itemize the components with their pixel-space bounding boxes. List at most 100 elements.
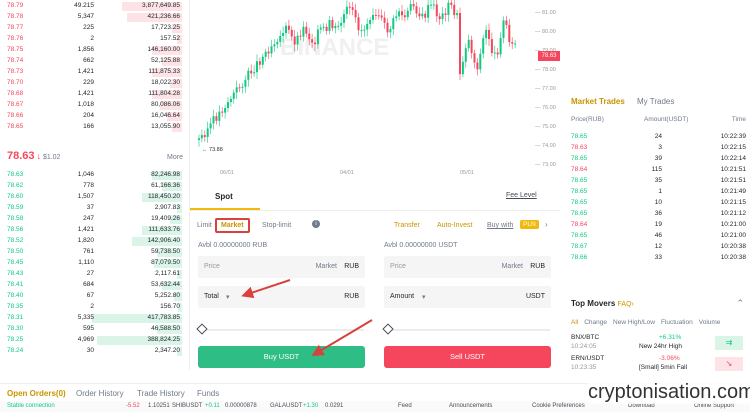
mover-filter-tab[interactable]: Change [584,319,607,326]
top-movers-title: Top Movers FAQ› [571,299,634,308]
order-book-row[interactable]: 78.67 1,018 80,086.06 [0,100,190,110]
candle [229,98,232,103]
candle [453,4,456,16]
candle [499,38,502,55]
order-book-row[interactable]: 78.24 30 2,347.20 [0,346,190,356]
ticker-symbol[interactable]: GALAUSDT [270,401,302,412]
tab-open-orders[interactable]: Open Orders(0) [7,389,66,398]
candle [369,19,372,24]
annotation-arrows [241,279,373,357]
order-book-row[interactable]: 78.73 1,421 111,875.33 [0,67,190,77]
candle [348,6,351,8]
trade-time: 10:21:51 [720,166,746,173]
order-book-row[interactable]: 78.77 225 17,723.25 [0,23,190,33]
order-book-row[interactable]: 78.78 5,347 421,236.66 [0,12,190,22]
tab-trade-history[interactable]: Trade History [137,389,185,398]
order-book-row[interactable]: 78.52 1,820 142,906.40 [0,236,190,246]
mover-filter-tab[interactable]: All [571,319,578,326]
mid-usd: $1.02 [42,154,61,161]
candle [296,35,299,45]
order-book-row[interactable]: 78.68 1,421 111,804.28 [0,89,190,99]
candle [316,29,319,45]
order-book-row[interactable]: 78.30 595 46,588.50 [0,324,190,334]
candle [299,35,302,37]
tab-order-history[interactable]: Order History [76,389,124,398]
order-price: 78.43 [7,270,24,277]
mover-filters: All Change New High/Low Fluctuation Volume [571,319,750,326]
order-price: 78.41 [7,281,24,288]
cookie-preferences-link[interactable]: Cookie Preferences [532,401,585,412]
order-book-row[interactable]: 78.50 761 59,738.50 [0,247,190,257]
more-link[interactable]: More [167,154,183,161]
order-book-row[interactable]: 78.75 1,856 146,160.00 [0,45,190,55]
mover-filter-tab[interactable]: Volume [699,319,721,326]
order-book-row[interactable]: 78.65 166 13,055.90 [0,122,190,132]
collapse-icon[interactable]: ⌃ [736,298,744,309]
order-book-row[interactable]: 78.70 229 18,022.30 [0,78,190,88]
trade-price: 78.65 [571,133,588,140]
order-book-row[interactable]: 78.35 2 156.70 [0,302,190,312]
candle [479,53,482,70]
candle [418,13,421,17]
order-book-row[interactable]: 78.62 778 61,166.36 [0,181,190,191]
candle [357,17,360,31]
order-book-row[interactable]: 78.66 204 16,046.64 [0,111,190,121]
order-total: 2,907.83 [154,204,180,211]
order-book-row[interactable]: 78.74 662 52,125.88 [0,56,190,66]
mover-filter-tab[interactable]: Fluctuation [661,319,693,326]
feed-link[interactable]: Feed [398,401,412,412]
market-trade-row: 78.63 3 10:22:15 [565,142,750,153]
candle [490,39,493,53]
order-total: 111,633.76 [148,226,180,233]
order-book-row[interactable]: 78.76 2 157.52 [0,34,190,44]
order-book-row[interactable]: 78.43 27 2,117.61 [0,269,190,279]
trade-time: 10:21:15 [720,199,746,206]
order-book-row[interactable]: 78.40 67 5,252.80 [0,291,190,301]
candle [441,13,444,20]
candle [247,70,250,80]
mover-change: +6.31% [659,334,682,341]
candle [209,123,212,129]
tab-funds[interactable]: Funds [197,389,219,398]
candle [432,4,435,6]
order-amount: 595 [83,325,94,332]
order-book-row[interactable]: 78.59 37 2,907.83 [0,203,190,213]
trade-amount: 10 [654,199,662,206]
candle [450,2,453,5]
tab-market-trades[interactable]: Market Trades [571,97,625,106]
tab-my-trades[interactable]: My Trades [637,97,674,106]
order-book-row[interactable]: 78.25 4,969 388,824.25 [0,335,190,345]
mover-item[interactable]: ERN/USDT 10:23:35 -3.06% [Small] 5min Fall ↘ [571,355,749,375]
order-price: 78.35 [7,303,24,310]
candle [444,13,447,15]
candle [386,22,389,33]
order-book-row[interactable]: 78.58 247 19,409.26 [0,214,190,224]
candle [290,29,293,37]
candle [372,14,374,20]
ticker-symbol[interactable]: SHIBUSDT [172,401,202,412]
trend-down-icon: ↘ [715,357,743,371]
candle [464,48,467,62]
order-book-row[interactable]: 78.45 1,110 87,079.50 [0,258,190,268]
price-chart[interactable]: BINANCE — 81.00— 80.00— 79.00— 78.00— 77… [190,0,560,178]
order-book-row[interactable]: 78.79 49.215 3,877,649.85 [0,1,190,11]
candle [238,87,241,89]
order-total: 156.70 [160,303,180,310]
candle [331,20,334,29]
mover-item[interactable]: BNX/BTC 10:24:05 +6.31% New 24hr High ⇉ [571,334,749,354]
faq-link[interactable]: FAQ› [618,301,634,308]
announcements-link[interactable]: Announcements [449,401,492,412]
order-book-row[interactable]: 78.63 1,046 82,246.98 [0,170,190,180]
trade-time: 10:20:38 [720,254,746,261]
candle [212,116,215,124]
order-amount: 37 [86,204,94,211]
order-total: 2,117.61 [155,270,180,277]
order-book-row[interactable]: 78.56 1,421 111,633.76 [0,225,190,235]
order-book-row[interactable]: 78.60 1,507 118,450.20 [0,192,190,202]
order-book-row[interactable]: 78.31 5,335 417,783.85 [0,313,190,323]
mover-filter-tab[interactable]: New High/Low [613,319,655,326]
down-arrow-icon: ↓ [36,151,41,161]
candle [235,87,238,93]
order-book-row[interactable]: 78.41 684 53,632.44 [0,280,190,290]
mover-desc: [Small] 5min Fall [639,364,688,371]
